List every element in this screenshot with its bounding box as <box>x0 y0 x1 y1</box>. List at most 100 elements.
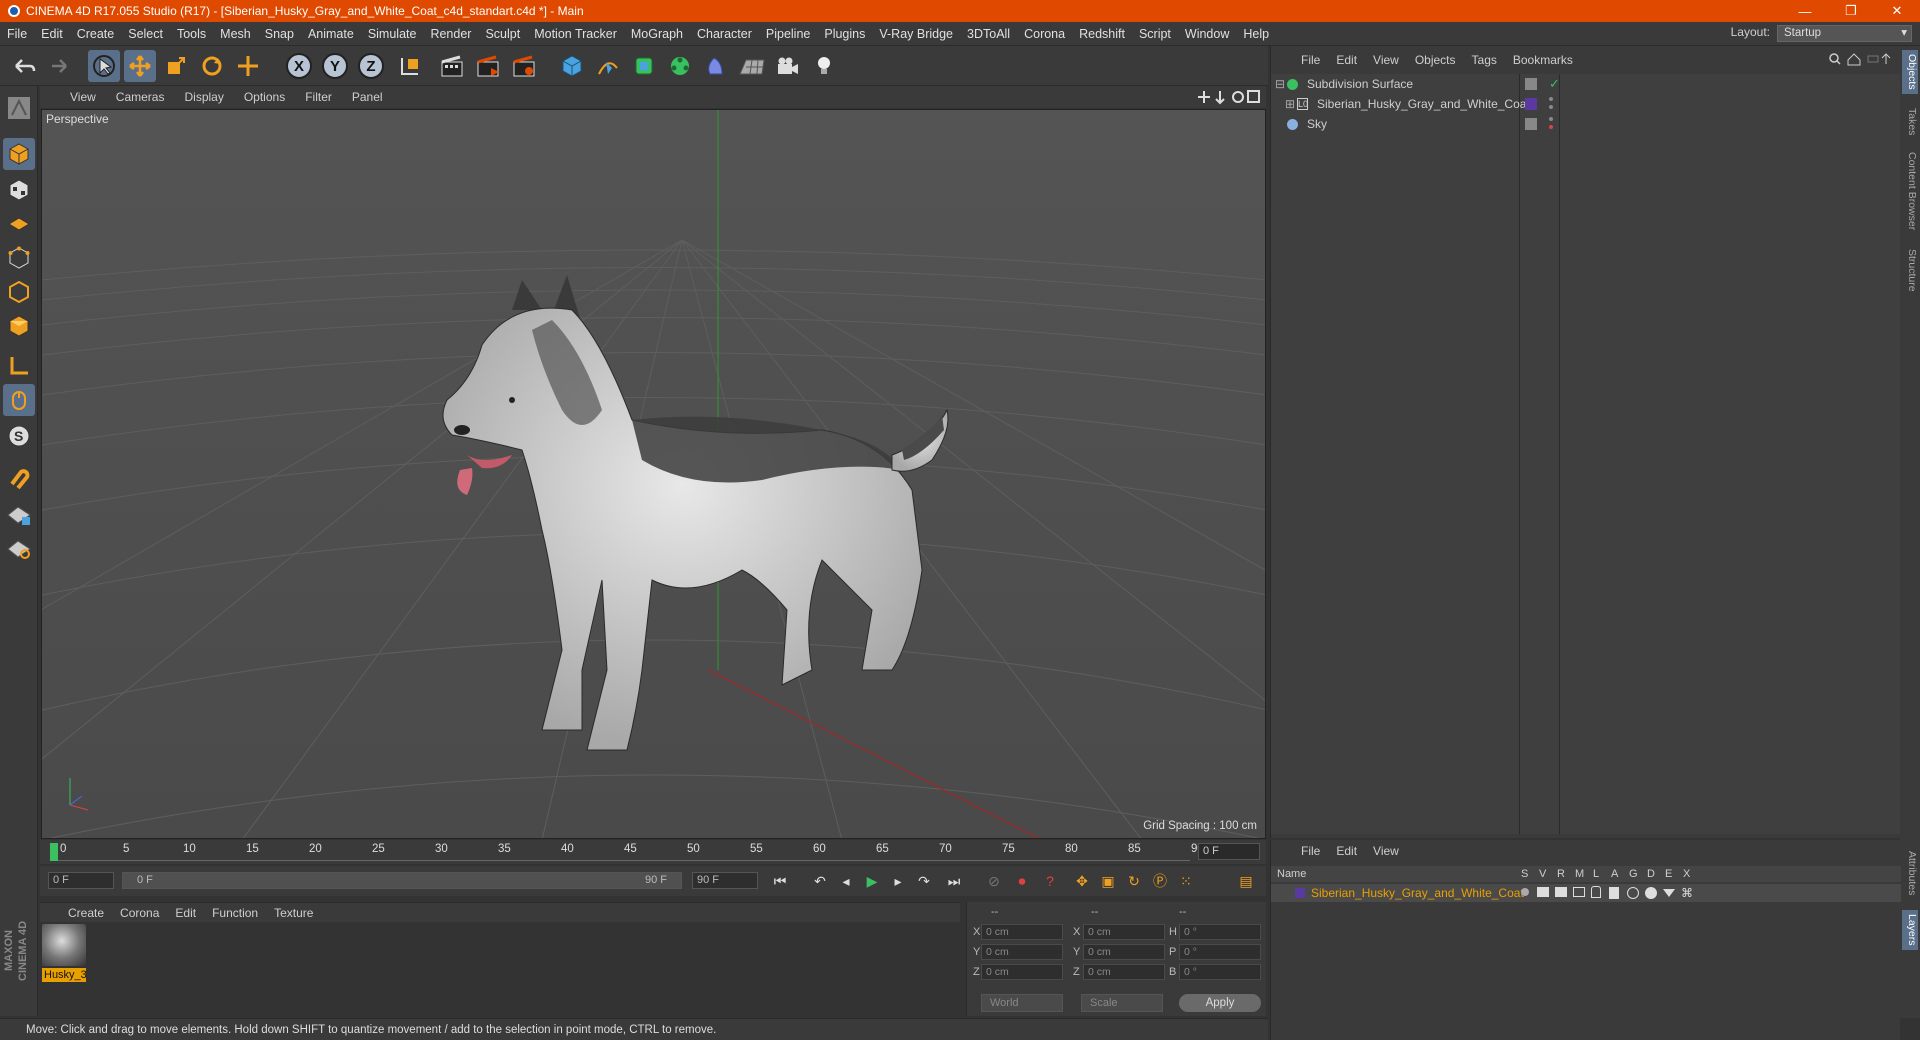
layer-generators-icon[interactable] <box>1627 887 1639 899</box>
layout-select[interactable]: Startup <box>1777 25 1912 42</box>
viewport-nav-icons[interactable] <box>1196 89 1260 105</box>
menu-render[interactable]: Render <box>423 27 478 41</box>
size-x-field[interactable]: 0 cm <box>1083 924 1165 940</box>
material-swatch[interactable]: Husky_3 <box>42 924 87 982</box>
timeline-track[interactable]: 0 5 10 15 20 25 30 35 40 45 50 55 60 65 … <box>50 843 1204 861</box>
menu-snap[interactable]: Snap <box>258 27 301 41</box>
visibility-toggle-icon[interactable] <box>1525 118 1537 130</box>
enable-axis-button[interactable] <box>3 350 35 382</box>
layer-color-icon[interactable] <box>1525 98 1537 110</box>
menu-motion-tracker[interactable]: Motion Tracker <box>527 27 624 41</box>
layer-color-swatch-icon[interactable] <box>1295 888 1305 898</box>
menu-mograph[interactable]: MoGraph <box>624 27 690 41</box>
layer-menu-view[interactable]: View <box>1365 844 1407 858</box>
apply-button[interactable]: Apply <box>1179 994 1261 1012</box>
record-keys-button[interactable]: ⊘ <box>984 871 1004 891</box>
editor-visibility-dot-icon[interactable] <box>1549 97 1553 101</box>
cube-primitive-button[interactable] <box>556 50 588 82</box>
size-mode-select[interactable]: Scale <box>1081 994 1163 1012</box>
menu-edit[interactable]: Edit <box>34 27 70 41</box>
object-menu-bookmarks[interactable]: Bookmarks <box>1505 53 1581 67</box>
layer-manager-icon[interactable] <box>1573 887 1585 897</box>
key-parameter-button[interactable]: Ⓟ <box>1150 871 1170 891</box>
menu-pipeline[interactable]: Pipeline <box>759 27 817 41</box>
material-menu-corona[interactable]: Corona <box>112 906 167 920</box>
material-menu-create[interactable]: Create <box>60 906 112 920</box>
menu-corona[interactable]: Corona <box>1017 27 1072 41</box>
key-scale-button[interactable]: ▣ <box>1098 871 1118 891</box>
rotation-h-field[interactable]: 0 ° <box>1179 924 1261 940</box>
z-axis-lock-button[interactable]: Z <box>358 53 384 79</box>
tab-structure[interactable]: Structure <box>1902 242 1918 298</box>
menu-tools[interactable]: Tools <box>170 27 213 41</box>
move-tool[interactable] <box>124 50 156 82</box>
key-rotation-button[interactable]: ↻ <box>1124 871 1144 891</box>
menu-redshift[interactable]: Redshift <box>1072 27 1132 41</box>
keyframe-selection-button[interactable]: ? <box>1040 871 1060 891</box>
subdivision-surface-button[interactable] <box>628 50 660 82</box>
size-z-field[interactable]: 0 cm <box>1083 964 1165 980</box>
timeline-window-button[interactable]: ▤ <box>1236 871 1256 891</box>
undo-button[interactable] <box>8 50 40 82</box>
tab-layers[interactable]: Layers <box>1902 910 1918 950</box>
x-axis-lock-button[interactable]: X <box>286 53 312 79</box>
viewport-menu-options[interactable]: Options <box>234 90 295 104</box>
menu-character[interactable]: Character <box>690 27 759 41</box>
layer-solo-icon[interactable] <box>1521 888 1529 896</box>
scale-tool[interactable] <box>160 50 192 82</box>
render-view-button[interactable] <box>436 50 468 82</box>
menu-sculpt[interactable]: Sculpt <box>478 27 527 41</box>
layer-lock-icon[interactable] <box>1591 886 1601 898</box>
tab-content-browser[interactable]: Content Browser <box>1902 146 1918 236</box>
autokeying-button[interactable]: ⏺ <box>1012 871 1032 891</box>
tab-objects[interactable]: Objects <box>1902 50 1918 94</box>
visibility-toggle-icon[interactable] <box>1525 78 1537 90</box>
camera-button[interactable] <box>772 50 804 82</box>
object-manager-nav-icons[interactable] <box>1828 52 1898 66</box>
deformer-button[interactable] <box>700 50 732 82</box>
editor-visibility-dot-icon[interactable] <box>1549 117 1553 121</box>
size-y-field[interactable]: 0 cm <box>1083 944 1165 960</box>
menu-create[interactable]: Create <box>70 27 122 41</box>
menu-select[interactable]: Select <box>121 27 170 41</box>
menu-simulate[interactable]: Simulate <box>361 27 424 41</box>
previous-frame-button[interactable]: ◂ <box>836 871 856 891</box>
key-position-button[interactable]: ✥ <box>1072 871 1092 891</box>
collapse-toggle-icon[interactable]: ⊟ <box>1275 74 1285 94</box>
light-button[interactable] <box>808 50 840 82</box>
menu-plugins[interactable]: Plugins <box>817 27 872 41</box>
solo-button[interactable]: S <box>3 420 35 452</box>
layer-render-clapper-icon[interactable] <box>1555 887 1567 897</box>
y-axis-lock-button[interactable]: Y <box>322 53 348 79</box>
coordinate-system-button[interactable] <box>394 50 426 82</box>
enabled-check-icon[interactable]: ✓ <box>1549 74 1560 94</box>
rotation-p-field[interactable]: 0 ° <box>1179 944 1261 960</box>
rotate-tool[interactable] <box>196 50 228 82</box>
current-frame-field[interactable]: 0 F <box>1198 843 1260 860</box>
object-menu-view[interactable]: View <box>1365 53 1407 67</box>
perspective-viewport[interactable]: Perspective Grid Spacing : 100 cm <box>41 109 1266 839</box>
rotation-b-field[interactable]: 0 ° <box>1179 964 1261 980</box>
go-to-end-button[interactable]: ⏭ <box>944 871 964 891</box>
object-menu-tags[interactable]: Tags <box>1464 53 1505 67</box>
menu-3dtoall[interactable]: 3DToAll <box>960 27 1017 41</box>
viewport-menu-display[interactable]: Display <box>174 90 233 104</box>
edges-mode-button[interactable] <box>3 276 35 308</box>
object-menu-objects[interactable]: Objects <box>1407 53 1464 67</box>
object-row-husky[interactable]: ⊞ L0 Siberian_Husky_Gray_and_White_Coat <box>1271 94 1901 114</box>
next-frame-button[interactable]: ▸ <box>888 871 908 891</box>
menu-animate[interactable]: Animate <box>301 27 361 41</box>
texture-mode-button[interactable] <box>3 174 35 206</box>
play-button[interactable]: ▶ <box>862 871 882 891</box>
next-keyframe-button[interactable]: ↷ <box>914 871 934 891</box>
make-editable-button[interactable] <box>3 92 35 124</box>
spline-pen-button[interactable] <box>592 50 624 82</box>
material-menu-texture[interactable]: Texture <box>266 906 321 920</box>
viewport-menu-view[interactable]: View <box>60 90 106 104</box>
workplane-align-button[interactable] <box>3 532 35 564</box>
position-z-field[interactable]: 0 cm <box>981 964 1063 980</box>
layer-menu-edit[interactable]: Edit <box>1328 844 1365 858</box>
menu-script[interactable]: Script <box>1132 27 1178 41</box>
tab-attributes[interactable]: Attributes <box>1902 842 1918 904</box>
viewport-menu-panel[interactable]: Panel <box>342 90 393 104</box>
